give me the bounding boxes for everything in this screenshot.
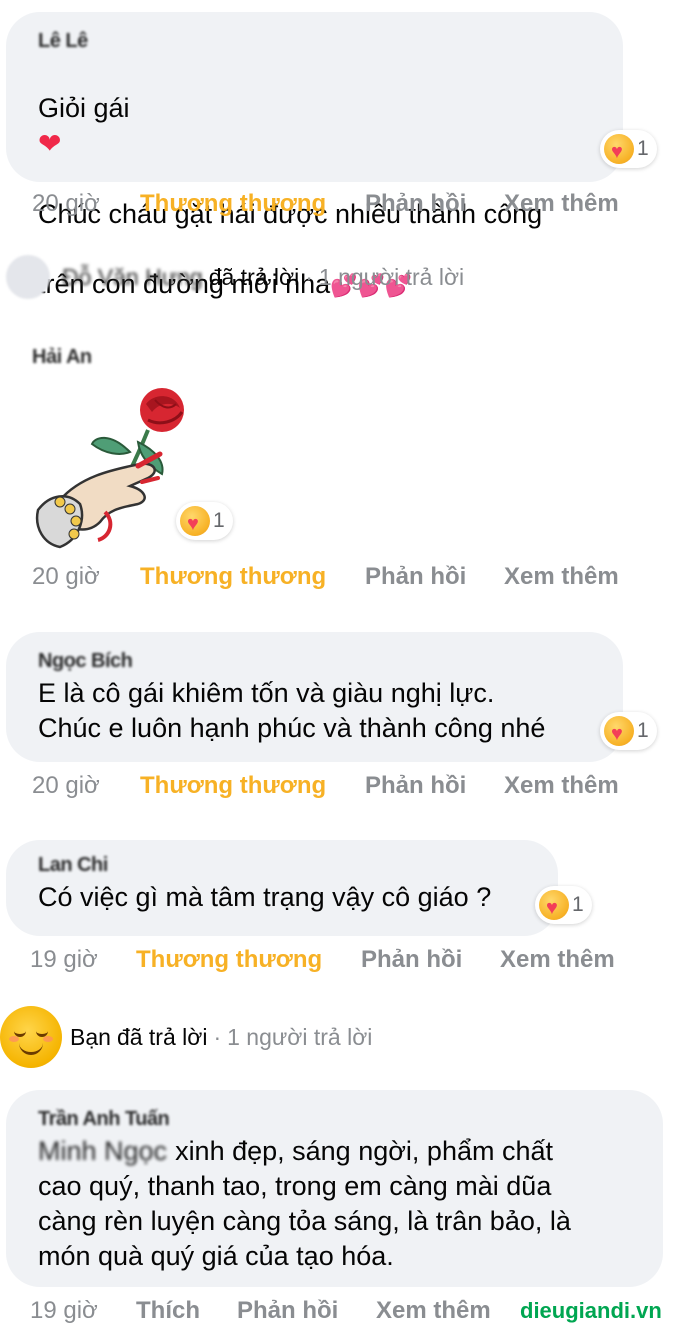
heart-emoji-icon: ❤ xyxy=(38,128,62,159)
comment-time[interactable]: 20 giờ xyxy=(32,772,100,800)
see-more-button[interactable]: Xem thêm xyxy=(376,1297,491,1325)
avatar xyxy=(6,255,50,299)
comment-bubble: Lan Chi Có việc gì mà tâm trạng vậy cô g… xyxy=(6,840,558,936)
comment-actions: 19 giờ Thương thương Phản hồi Xem thêm xyxy=(30,946,650,976)
reply-button[interactable]: Phản hồi xyxy=(361,946,462,974)
comment-text-line: Giỏi gái xyxy=(38,93,130,123)
comment-author[interactable]: Trần Anh Tuấn xyxy=(38,1108,641,1134)
react-button[interactable]: Thương thương xyxy=(140,563,326,591)
comment-bubble: Trần Anh Tuấn Minh Ngọc xinh đẹp, sáng ng… xyxy=(6,1090,663,1287)
comment-time[interactable]: 19 giờ xyxy=(30,946,98,974)
reply-button[interactable]: Phản hồi xyxy=(365,772,466,800)
reaction-count: 1 xyxy=(213,509,225,532)
see-more-button[interactable]: Xem thêm xyxy=(504,772,619,800)
like-button[interactable]: Thích xyxy=(136,1297,200,1325)
reply-button[interactable]: Phản hồi xyxy=(237,1297,338,1325)
reaction-badge[interactable]: 1 xyxy=(535,886,592,924)
comment-author[interactable]: Lan Chi xyxy=(38,854,536,880)
reply-author: Đỗ Văn Hưng xyxy=(62,263,203,290)
comment-bubble: Ngọc Bích E là cô gái khiêm tốn và giàu … xyxy=(6,632,623,762)
reaction-badge[interactable]: 1 xyxy=(600,130,657,168)
watermark: dieugiandi.vn xyxy=(520,1298,662,1323)
see-more-button[interactable]: Xem thêm xyxy=(504,563,619,591)
comment-time[interactable]: 19 giờ xyxy=(30,1297,98,1325)
separator: · xyxy=(305,263,313,290)
reply-summary[interactable]: Đỗ Văn Hưng đã trả lời · 1 người trả lời xyxy=(6,252,464,302)
reaction-count: 1 xyxy=(637,137,649,160)
react-button[interactable]: Thương thương xyxy=(140,772,326,800)
comment-text: E là cô gái khiêm tốn và giàu nghị lực. … xyxy=(38,678,546,743)
comment-time[interactable]: 20 giờ xyxy=(32,190,100,218)
comment-author[interactable]: Lê Lê xyxy=(38,30,601,56)
comment-text: Có việc gì mà tâm trạng vậy cô giáo ? xyxy=(38,882,492,912)
reply-count: 1 người trả lời xyxy=(318,263,465,290)
reply-button[interactable]: Phản hồi xyxy=(365,190,466,218)
comment-actions: 20 giờ Thương thương Phản hồi Xem thêm xyxy=(32,772,652,802)
comment-actions: 20 giờ Thương thương Phản hồi Xem thêm xyxy=(32,563,652,593)
comment-author[interactable]: Ngọc Bích xyxy=(38,650,601,676)
reply-author: Bạn xyxy=(70,1023,111,1050)
reply-action: đã trả lời xyxy=(208,263,300,290)
reaction-count: 1 xyxy=(637,719,649,742)
reaction-badge[interactable]: 1 xyxy=(600,712,657,750)
reaction-count: 1 xyxy=(572,893,584,916)
reply-summary[interactable]: Bạn đã trả lời · 1 người trả lời xyxy=(0,1004,372,1070)
reaction-badge[interactable]: 1 xyxy=(176,502,233,540)
rose-hand-sticker xyxy=(35,388,184,549)
reply-action: đã trả lời xyxy=(116,1023,208,1050)
care-reaction-icon xyxy=(604,134,634,164)
comment-time[interactable]: 20 giờ xyxy=(32,563,100,591)
comment-text: Minh Ngọc xinh đẹp, sáng ngời, phẩm chất … xyxy=(38,1134,641,1274)
reply-button[interactable]: Phản hồi xyxy=(365,563,466,591)
see-more-button[interactable]: Xem thêm xyxy=(504,190,619,218)
react-button[interactable]: Thương thương xyxy=(140,190,326,218)
smiling-face-avatar-icon xyxy=(0,1006,62,1068)
tagged-name[interactable]: Minh Ngọc xyxy=(38,1136,167,1166)
react-button[interactable]: Thương thương xyxy=(136,946,322,974)
care-reaction-icon xyxy=(539,890,569,920)
comment-author[interactable]: Hải An xyxy=(32,346,92,372)
comment-actions: 20 giờ Thương thương Phản hồi Xem thêm xyxy=(32,190,652,220)
care-reaction-icon xyxy=(604,716,634,746)
separator: · xyxy=(213,1023,222,1050)
see-more-button[interactable]: Xem thêm xyxy=(500,946,615,974)
reply-count: 1 người trả lời xyxy=(227,1023,373,1050)
comment-bubble: Lê Lê Giỏi gái ❤ Chúc cháu gặt hái được … xyxy=(6,12,623,299)
care-reaction-icon xyxy=(180,506,210,536)
comment-actions: 19 giờ Thích Phản hồi Xem thêm xyxy=(30,1297,500,1327)
